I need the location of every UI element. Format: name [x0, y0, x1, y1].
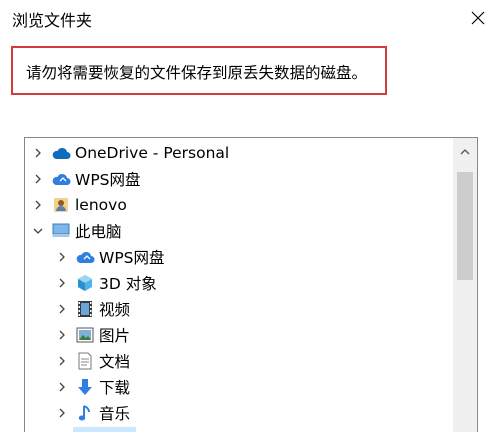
user-folder-icon [51, 195, 71, 215]
chevron-right-icon[interactable] [55, 322, 69, 348]
chevron-right-icon[interactable] [55, 400, 69, 426]
chevron-right-icon[interactable] [55, 348, 69, 374]
chevron-right-icon[interactable] [55, 374, 69, 400]
tree-item-label: OneDrive - Personal [75, 144, 230, 162]
tree-item-music[interactable]: 音乐 [55, 400, 130, 426]
tree-item-downloads[interactable]: 下载 [55, 374, 130, 400]
downloads-icon [75, 377, 95, 397]
tree-item-label: 下载 [99, 379, 131, 397]
chevron-right-icon[interactable] [55, 244, 69, 270]
tree-item-pictures[interactable]: 图片 [55, 322, 130, 348]
pictures-icon [75, 325, 95, 345]
wps-cloud-icon [51, 169, 71, 189]
selected-row-highlight [73, 427, 136, 432]
scroll-up-button[interactable] [453, 138, 477, 162]
documents-icon [75, 351, 95, 371]
chevron-right-icon[interactable] [55, 270, 69, 296]
title-bar: 浏览文件夹 [0, 0, 500, 36]
computer-icon [51, 221, 71, 241]
tree-item-videos[interactable]: 视频 [55, 296, 130, 322]
tree-item-label: 3D 对象 [99, 275, 157, 293]
window-title: 浏览文件夹 [12, 11, 93, 30]
tree-item-wps-cloud[interactable]: WPS网盘 [31, 166, 141, 192]
chevron-right-icon[interactable] [31, 192, 45, 218]
tree-item-lenovo[interactable]: lenovo [31, 192, 127, 218]
close-button[interactable] [464, 4, 492, 32]
warning-message-box: 请勿将需要恢复的文件保存到原丢失数据的磁盘。 [11, 46, 387, 95]
music-icon [75, 403, 95, 423]
chevron-right-icon[interactable] [31, 166, 45, 192]
chevron-down-icon[interactable] [31, 218, 45, 244]
tree-item-this-pc[interactable]: 此电脑 [31, 218, 122, 244]
tree-item-documents[interactable]: 文档 [55, 348, 130, 374]
tree-item-label: WPS网盘 [75, 171, 141, 189]
cloud-icon [51, 143, 71, 163]
tree-item-label: WPS网盘 [99, 249, 165, 267]
folder-tree[interactable]: OneDrive - Personal WPS网盘 lenovo 此电脑 WPS… [24, 137, 478, 432]
chevron-right-icon[interactable] [55, 296, 69, 322]
wps-cloud-icon [75, 247, 95, 267]
chevron-up-icon [459, 141, 471, 160]
tree-item-label: 图片 [99, 327, 131, 345]
warning-message: 请勿将需要恢复的文件保存到原丢失数据的磁盘。 [26, 64, 368, 82]
tree-item-onedrive[interactable]: OneDrive - Personal [31, 140, 229, 166]
tree-item-label: 文档 [99, 353, 131, 371]
vertical-scrollbar[interactable] [453, 138, 477, 432]
tree-item-label: lenovo [75, 196, 127, 214]
tree-item-3d-objects[interactable]: 3D 对象 [55, 270, 157, 296]
scrollbar-thumb[interactable] [457, 172, 473, 280]
close-icon [471, 11, 485, 25]
tree-item-label: 视频 [99, 301, 131, 319]
browse-folder-dialog: 浏览文件夹 请勿将需要恢复的文件保存到原丢失数据的磁盘。 OneDrive - … [0, 0, 500, 432]
tree-item-wps-cloud-pc[interactable]: WPS网盘 [55, 244, 165, 270]
video-icon [75, 299, 95, 319]
3d-objects-icon [75, 273, 95, 293]
tree-item-label: 此电脑 [75, 223, 122, 241]
chevron-right-icon[interactable] [31, 140, 45, 166]
tree-item-label: 音乐 [99, 405, 131, 423]
